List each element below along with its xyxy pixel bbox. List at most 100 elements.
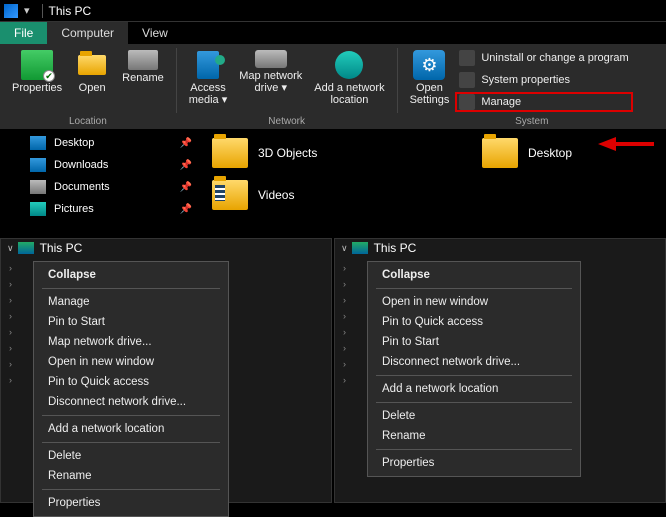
open-settings-label: Open Settings [410,82,450,106]
ribbon: ✔ Properties Open Rename Location Access… [0,44,666,130]
menu-separator [42,442,220,443]
system-icon[interactable] [4,4,18,18]
tab-file[interactable]: File [0,22,47,44]
chevron-right-icon[interactable]: › [343,279,346,289]
tab-computer[interactable]: Computer [47,22,128,44]
this-pc-icon [18,242,34,254]
chevron-right-icon[interactable]: › [343,311,346,321]
group-label-location: Location [6,115,170,129]
system-properties-icon [459,72,475,88]
folder-icon [212,138,248,168]
menu-collapse[interactable]: Collapse [370,265,578,285]
chevron-right-icon[interactable]: › [9,295,12,305]
chevron-right-icon[interactable]: › [343,343,346,353]
open-settings-button[interactable]: ⚙ Open Settings [404,46,456,115]
nav-pictures-label: Pictures [54,203,94,215]
menu-properties[interactable]: Properties [370,453,578,473]
window-title: This PC [49,4,92,18]
nav-desktop[interactable]: Desktop 📌 [0,132,206,154]
chevron-right-icon[interactable]: › [9,359,12,369]
downloads-icon [30,158,46,172]
menu-disconnect[interactable]: Disconnect network drive... [370,352,578,372]
divider [42,4,43,18]
chevron-right-icon[interactable]: › [343,263,346,273]
menu-map-drive[interactable]: Map network drive... [36,332,226,352]
expand-icon[interactable]: ∨ [341,243,348,254]
folder-videos[interactable]: Videos [206,174,386,216]
properties-label: Properties [12,82,62,94]
menu-manage[interactable]: Manage [36,292,226,312]
expand-icon[interactable]: ∨ [7,243,14,254]
menu-add-location[interactable]: Add a network location [370,379,578,399]
properties-icon: ✔ [21,50,53,80]
nav-documents[interactable]: Documents 📌 [0,176,206,198]
menu-disconnect[interactable]: Disconnect network drive... [36,392,226,412]
chevron-right-icon[interactable]: › [9,343,12,353]
menu-pin-quick[interactable]: Pin to Quick access [36,372,226,392]
manage-button[interactable]: Manage [455,92,632,112]
menu-pin-start[interactable]: Pin to Start [36,312,226,332]
context-menu-left: Collapse Manage Pin to Start Map network… [33,261,229,517]
nav-downloads[interactable]: Downloads 📌 [0,154,206,176]
menu-rename[interactable]: Rename [370,426,578,446]
desktop-icon [30,136,46,150]
chevron-right-icon[interactable]: › [9,375,12,385]
system-properties-label: System properties [481,74,570,86]
chevron-right-icon[interactable]: › [343,359,346,369]
qat-dropdown-icon[interactable]: ▾ [24,4,30,17]
add-network-location-label: Add a network location [314,82,384,106]
rename-button[interactable]: Rename [116,46,170,115]
chevron-right-icon[interactable]: › [9,327,12,337]
map-network-drive-label: Map network drive ▾ [239,70,302,94]
menu-open-new[interactable]: Open in new window [36,352,226,372]
menu-separator [376,375,572,376]
access-media-button[interactable]: Access media ▾ [183,46,234,115]
menu-delete[interactable]: Delete [36,446,226,466]
properties-button[interactable]: ✔ Properties [6,46,68,115]
chevron-right-icon[interactable]: › [9,279,12,289]
system-properties-button[interactable]: System properties [455,70,632,90]
this-pc-label: This PC [40,241,83,255]
rename-icon [128,50,158,70]
add-network-location-button[interactable]: Add a network location [308,46,390,115]
chevron-right-icon[interactable]: › [343,375,346,385]
menu-rename[interactable]: Rename [36,466,226,486]
folder-desktop[interactable]: Desktop [476,132,656,174]
menu-pin-quick[interactable]: Pin to Quick access [370,312,578,332]
folder-icon [482,138,518,168]
chevron-right-icon[interactable]: › [343,295,346,305]
menu-delete[interactable]: Delete [370,406,578,426]
menu-pin-start[interactable]: Pin to Start [370,332,578,352]
uninstall-icon [459,50,475,66]
chevron-right-icon[interactable]: › [343,327,346,337]
manage-icon [459,94,475,110]
menu-collapse[interactable]: Collapse [36,265,226,285]
folder-label: 3D Objects [258,146,317,160]
chevron-right-icon[interactable]: › [9,263,12,273]
titlebar: ▾ This PC [0,0,666,22]
tree-this-pc[interactable]: ∨ This PC [335,239,665,257]
uninstall-label: Uninstall or change a program [481,52,628,64]
group-label-system: System [404,115,660,129]
menu-separator [42,288,220,289]
add-network-location-icon [333,50,365,80]
menu-separator [376,402,572,403]
tree-this-pc[interactable]: ∨ This PC [1,239,331,257]
chevron-right-icon[interactable]: › [9,311,12,321]
folder-3d-objects[interactable]: 3D Objects [206,132,386,174]
map-network-drive-button[interactable]: Map network drive ▾ [233,46,308,115]
tab-view[interactable]: View [128,22,182,44]
uninstall-button[interactable]: Uninstall or change a program [455,48,632,68]
access-media-label: Access media ▾ [189,82,228,106]
pin-icon: 📌 [180,138,192,149]
lower-panels: ∨ This PC › › › › › › › › Collapse Manag… [0,238,666,503]
menu-open-new[interactable]: Open in new window [370,292,578,312]
ribbon-group-network: Access media ▾ Map network drive ▾ Add a… [177,44,397,129]
open-button[interactable]: Open [68,46,116,115]
menu-add-location[interactable]: Add a network location [36,419,226,439]
menu-properties[interactable]: Properties [36,493,226,513]
nav-downloads-label: Downloads [54,159,108,171]
nav-documents-label: Documents [54,181,110,193]
ribbon-tabs: File Computer View [0,22,666,44]
nav-pictures[interactable]: Pictures 📌 [0,198,206,220]
